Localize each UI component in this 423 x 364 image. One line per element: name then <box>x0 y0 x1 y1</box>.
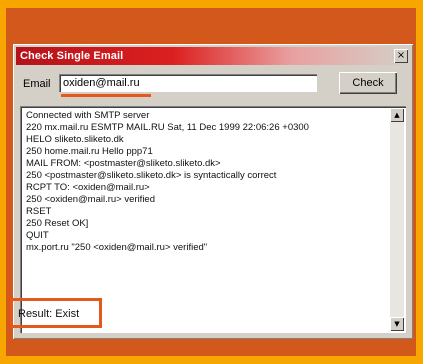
email-highlight-underline <box>61 94 151 97</box>
log-line: mx.port.ru "250 <oxiden@mail.ru> verifie… <box>26 242 208 253</box>
log-line: MAIL FROM: <postmaster@sliketo.sliketo.d… <box>26 158 221 169</box>
scroll-up-icon[interactable]: ▲ <box>390 108 404 122</box>
vertical-scrollbar[interactable]: ▲ ▼ <box>390 108 404 331</box>
email-row: Email Check <box>23 72 405 98</box>
log-line: 220 mx.mail.ru ESMTP MAIL.RU Sat, 11 Dec… <box>26 122 309 133</box>
log-line: HELO sliketo.sliketo.dk <box>26 134 124 145</box>
log-line: RCPT TO: <oxiden@mail.ru> <box>26 182 150 193</box>
log-line: 250 <postmaster@sliketo.sliketo.dk> is s… <box>26 170 277 181</box>
log-line: QUIT <box>26 230 49 241</box>
check-email-dialog: Check Single Email × Email Check Connect… <box>13 44 413 339</box>
check-button[interactable]: Check <box>339 72 397 94</box>
log-lines: Connected with SMTP server 220 mx.mail.r… <box>26 110 386 254</box>
scroll-down-icon[interactable]: ▼ <box>390 317 404 331</box>
log-line: 250 home.mail.ru Hello ppp71 <box>26 146 153 157</box>
result-text: Result: Exist <box>18 308 80 320</box>
log-line: Connected with SMTP server <box>26 110 150 121</box>
close-icon[interactable]: × <box>394 49 408 63</box>
window-title: Check Single Email <box>20 50 124 62</box>
email-label: Email <box>23 78 51 90</box>
title-bar[interactable]: Check Single Email × <box>16 47 410 65</box>
email-input[interactable] <box>59 74 317 92</box>
log-line: 250 <oxiden@mail.ru> verified <box>26 194 155 205</box>
log-line: 250 Reset OK] <box>26 218 89 229</box>
log-line: RSET <box>26 206 52 217</box>
